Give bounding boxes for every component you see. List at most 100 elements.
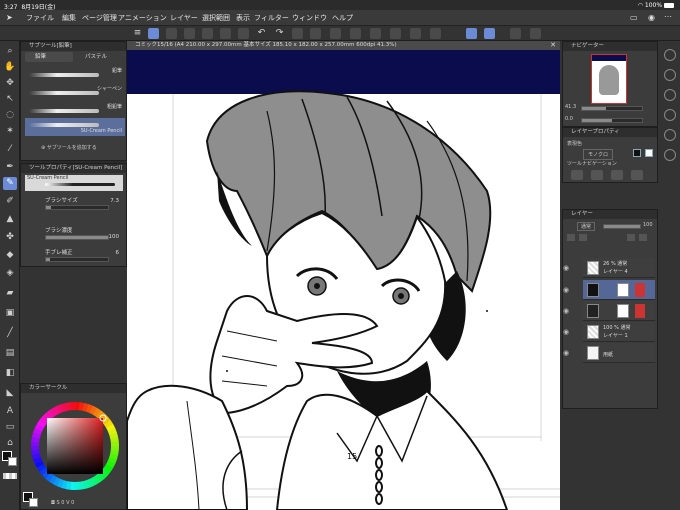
hand-tool-icon[interactable]: ✋	[3, 61, 17, 74]
select-all-icon[interactable]	[350, 28, 361, 39]
menu-file[interactable]: ファイル	[26, 13, 54, 23]
fill-icon[interactable]	[310, 28, 321, 39]
lasso-tool-icon[interactable]: ◌	[3, 109, 17, 122]
pen-tool-cmd-button[interactable]	[148, 28, 159, 39]
brush-size-slider[interactable]	[45, 205, 109, 210]
material-dock-icon[interactable]	[664, 109, 676, 121]
menu-page[interactable]: ページ管理	[82, 13, 117, 23]
pen-tool-icon[interactable]: ✒	[3, 161, 17, 174]
color-mode-icons[interactable]: ◘ S 0 V 0	[51, 500, 74, 506]
visibility-eye-icon[interactable]: ◉	[563, 264, 573, 274]
airbrush-tool-icon[interactable]: ▲	[3, 213, 17, 226]
visibility-eye-icon-2[interactable]: ◉	[563, 286, 573, 296]
black-swatch[interactable]	[633, 149, 641, 157]
menu-layer[interactable]: レイヤー	[170, 13, 198, 23]
color-wheel[interactable]	[25, 396, 125, 496]
stabilizer-icon[interactable]	[484, 28, 495, 39]
blend-tool-icon[interactable]: ◈	[3, 267, 17, 280]
clear-outside-icon[interactable]	[410, 28, 421, 39]
blend-mode-select[interactable]: 通常	[577, 222, 596, 231]
menu-window[interactable]: ウィンドウ	[292, 13, 327, 23]
sub-view-dock-icon[interactable]	[664, 69, 676, 81]
pen-pressure-icon[interactable]	[466, 28, 477, 39]
balloon-icon[interactable]: ▭	[3, 421, 17, 434]
move-tool-icon[interactable]: ✥	[3, 77, 17, 90]
layer-tool-3[interactable]	[627, 234, 635, 241]
stabilization-slider[interactable]	[45, 257, 109, 262]
navigator-dock-icon[interactable]	[664, 49, 676, 61]
brush-pencil[interactable]: 鉛筆	[25, 66, 125, 82]
menu-edit[interactable]: 編集	[62, 13, 76, 23]
brush-density-slider[interactable]	[45, 235, 109, 240]
layer-row-4[interactable]: 26 % 通常 レイヤー 4	[583, 258, 655, 278]
frame-tool-icon[interactable]: ▤	[3, 347, 17, 360]
nav-btn-1[interactable]	[571, 170, 583, 180]
expression-color-select[interactable]: モノクロ	[583, 149, 614, 160]
zoom-tool-icon[interactable]: ⌕	[3, 45, 17, 58]
redo-icon[interactable]: ↷	[274, 28, 285, 39]
visibility-eye-icon-5[interactable]: ◉	[563, 349, 573, 359]
decoration-tool-icon[interactable]: ✤	[3, 231, 17, 244]
visibility-eye-icon-3[interactable]: ◉	[563, 307, 573, 317]
document-tab[interactable]: コミック15/16 (A4 210.00 x 297.00mm 基本サイズ 18…	[127, 41, 560, 50]
export-icon[interactable]	[238, 28, 249, 39]
user-icon[interactable]: ◉	[648, 13, 655, 22]
visibility-eye-icon-4[interactable]: ◉	[563, 328, 573, 338]
transform-icon[interactable]	[292, 28, 303, 39]
layer-tool-1[interactable]	[567, 234, 575, 241]
operation-tool-icon[interactable]: ↖	[3, 93, 17, 106]
menu-animation[interactable]: アニメーション	[118, 13, 167, 23]
cast-icon[interactable]: ▭	[630, 13, 638, 22]
navigator-zoom-slider[interactable]	[581, 106, 643, 111]
deselect-icon[interactable]	[370, 28, 381, 39]
nav-btn-4[interactable]	[631, 170, 643, 180]
canvas-area[interactable]: 15	[127, 41, 560, 510]
menu-view[interactable]: 表示	[236, 13, 250, 23]
layer-row-1[interactable]: 100 % 通常 レイヤー 1	[583, 322, 655, 342]
menu-help[interactable]: ヘルプ	[332, 13, 353, 23]
correction-tool-icon[interactable]: ⌂	[3, 437, 17, 450]
navigator-rotate-slider[interactable]	[581, 118, 643, 123]
info-dock-icon[interactable]	[664, 89, 676, 101]
tab-pastel[interactable]: パステル	[75, 52, 123, 62]
perspective-icon[interactable]	[530, 28, 541, 39]
more-icon[interactable]: ⋯	[664, 12, 672, 21]
pencil-tool-icon[interactable]: ✎	[3, 177, 17, 190]
brush-sharp-pencil[interactable]: シャーペン	[25, 84, 125, 100]
white-swatch[interactable]	[645, 149, 653, 157]
transparent-color-swatch[interactable]	[3, 473, 17, 479]
fill-tool-icon[interactable]: ▰	[3, 287, 17, 300]
layer-row-paper[interactable]: 用紙	[583, 343, 655, 363]
menu-selection[interactable]: 選択範囲	[202, 13, 230, 23]
add-subtool-link[interactable]: ⊕ サブツールを追加する	[41, 144, 97, 151]
eyedropper-icon[interactable]: ⁄	[3, 143, 17, 156]
ruler-tool-icon[interactable]: ◧	[3, 367, 17, 380]
clear-icon[interactable]	[390, 28, 401, 39]
nav-btn-3[interactable]	[611, 170, 623, 180]
crop-icon[interactable]	[430, 28, 441, 39]
brush-rough-pencil[interactable]: 粗鉛筆	[25, 102, 125, 118]
brush-su-cream-pencil[interactable]: SU-Cream Pencil	[25, 118, 125, 136]
brush-tool-icon[interactable]: ✐	[3, 195, 17, 208]
layer-tool-4[interactable]	[639, 234, 647, 241]
history-dock-icon[interactable]	[664, 129, 676, 141]
save-icon[interactable]	[202, 28, 213, 39]
open-file-icon[interactable]	[184, 28, 195, 39]
hamburger-icon[interactable]: ≡	[132, 28, 143, 39]
layer-opacity-slider[interactable]	[603, 224, 641, 229]
new-file-icon[interactable]	[166, 28, 177, 39]
nav-btn-2[interactable]	[591, 170, 603, 180]
layer-row-3[interactable]	[583, 301, 655, 321]
undo-icon[interactable]: ↶	[256, 28, 267, 39]
auto-action-dock-icon[interactable]	[664, 149, 676, 161]
close-doc-icon[interactable]: ✕	[550, 41, 556, 50]
text-tool-icon[interactable]: A	[3, 405, 17, 418]
sub-color-swatch[interactable]	[8, 457, 17, 466]
menu-filter[interactable]: フィルター	[254, 13, 289, 23]
gradient-tool-icon[interactable]: ▣	[3, 307, 17, 320]
folder-icon[interactable]	[220, 28, 231, 39]
eraser-tool-icon[interactable]: ◆	[3, 249, 17, 262]
tab-pencil[interactable]: 鉛筆	[25, 52, 73, 62]
magic-wand-icon[interactable]: ✶	[3, 125, 17, 138]
layer-tool-2[interactable]	[579, 234, 587, 241]
